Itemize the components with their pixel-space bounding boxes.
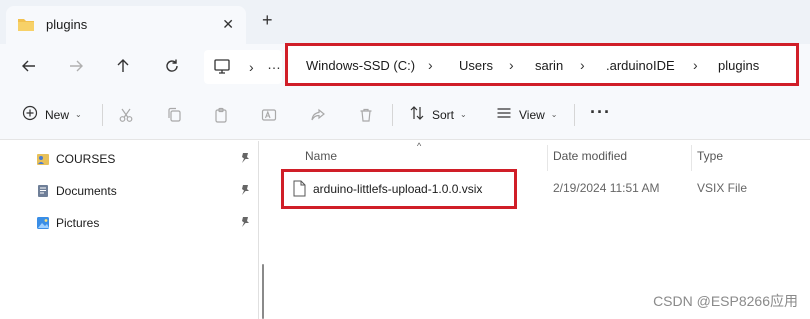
navigation-pane: COURSES Documents Pictures <box>0 141 256 319</box>
column-separator[interactable] <box>691 145 692 171</box>
crumb-arduinoide[interactable]: .arduinoIDE <box>606 58 675 73</box>
column-header-type[interactable]: Type <box>697 149 723 163</box>
crumb-separator[interactable]: › <box>509 57 514 73</box>
divider <box>392 104 393 126</box>
file-name: arduino-littlefs-upload-1.0.0.vsix <box>313 182 483 196</box>
tab-plugins[interactable]: plugins ✕ <box>6 6 246 44</box>
crumb-plugins[interactable]: plugins <box>718 58 759 73</box>
refresh-icon <box>164 58 180 77</box>
crumb-drive[interactable]: Windows-SSD (C:) <box>306 58 415 73</box>
up-arrow-icon <box>115 58 131 77</box>
paste-icon[interactable] <box>213 107 229 126</box>
column-separator[interactable] <box>547 145 548 171</box>
chevron-down-icon: ⌄ <box>550 110 558 119</box>
delete-icon[interactable] <box>358 107 374 126</box>
chevron-down-icon: ⌄ <box>460 110 467 119</box>
file-icon <box>293 180 306 200</box>
address-bar[interactable]: Windows-SSD (C:) › Users › sarin › .ardu… <box>285 43 799 86</box>
back-arrow-icon <box>21 58 37 77</box>
crumb-users[interactable]: Users <box>459 58 493 73</box>
sidebar-item-label: COURSES <box>56 152 116 166</box>
hidden-path-ellipsis[interactable]: … <box>267 56 281 72</box>
new-tab-button[interactable]: + <box>262 11 273 29</box>
watermark: CSDN @ESP8266应用 <box>653 293 798 309</box>
documents-icon <box>36 184 50 198</box>
sort-button[interactable]: Sort ⌄ <box>409 105 467 124</box>
crumb-separator[interactable]: › <box>693 57 698 73</box>
view-list-icon <box>496 105 512 124</box>
rename-icon[interactable] <box>261 107 277 126</box>
crumb-separator[interactable]: › <box>428 57 433 73</box>
sort-label: Sort <box>432 107 455 122</box>
view-label: View <box>519 107 545 122</box>
back-button[interactable] <box>14 52 44 82</box>
copy-icon[interactable] <box>166 107 182 126</box>
refresh-button[interactable] <box>157 52 187 82</box>
new-label: New <box>45 107 70 122</box>
cut-icon[interactable] <box>118 107 134 126</box>
file-type: VSIX File <box>697 181 748 195</box>
crumb-separator[interactable]: › <box>580 57 585 73</box>
monitor-icon <box>214 59 230 77</box>
sidebar-item-courses[interactable]: COURSES <box>36 149 256 169</box>
sort-ascending-indicator: ^ <box>417 141 422 151</box>
tab-strip: plugins ✕ + <box>0 0 810 44</box>
chevron-right-icon[interactable]: › <box>249 59 254 75</box>
forward-arrow-icon <box>68 58 84 77</box>
close-tab-icon[interactable]: ✕ <box>222 16 234 33</box>
sidebar-item-label: Documents <box>56 184 117 198</box>
pictures-icon <box>36 216 50 230</box>
sidebar-item-pictures[interactable]: Pictures <box>36 213 256 233</box>
sidebar-item-documents[interactable]: Documents <box>36 181 256 201</box>
column-header-date-modified[interactable]: Date modified <box>553 149 627 163</box>
folder-icon <box>17 17 35 35</box>
file-date-modified: 2/19/2024 11:51 AM <box>553 181 660 195</box>
divider <box>574 104 575 126</box>
up-button[interactable] <box>108 52 138 82</box>
command-bar: New ⌄ Sort ⌄ View ⌄ ··· <box>0 90 810 140</box>
file-row-name[interactable]: arduino-littlefs-upload-1.0.0.vsix <box>281 169 517 209</box>
this-pc-breadcrumb[interactable]: › … <box>204 50 282 84</box>
tab-title: plugins <box>46 17 88 32</box>
pin-icon[interactable] <box>239 152 251 167</box>
new-button[interactable]: New ⌄ <box>22 105 82 124</box>
plus-circle-icon <box>22 105 38 124</box>
forward-button[interactable] <box>61 52 91 82</box>
divider <box>102 104 103 126</box>
sort-icon <box>409 105 425 124</box>
pane-divider[interactable] <box>258 141 259 319</box>
view-button[interactable]: View ⌄ <box>496 105 558 124</box>
more-options-button[interactable]: ··· <box>590 102 611 123</box>
courses-folder-icon <box>36 152 50 166</box>
crumb-sarin[interactable]: sarin <box>535 58 563 73</box>
pin-icon[interactable] <box>239 216 251 231</box>
column-header-name[interactable]: Name <box>305 149 337 163</box>
navigation-pane-scrollbar[interactable] <box>262 264 264 319</box>
chevron-down-icon: ⌄ <box>75 110 82 119</box>
pin-icon[interactable] <box>239 184 251 199</box>
share-icon[interactable] <box>310 107 326 126</box>
sidebar-item-label: Pictures <box>56 216 100 230</box>
